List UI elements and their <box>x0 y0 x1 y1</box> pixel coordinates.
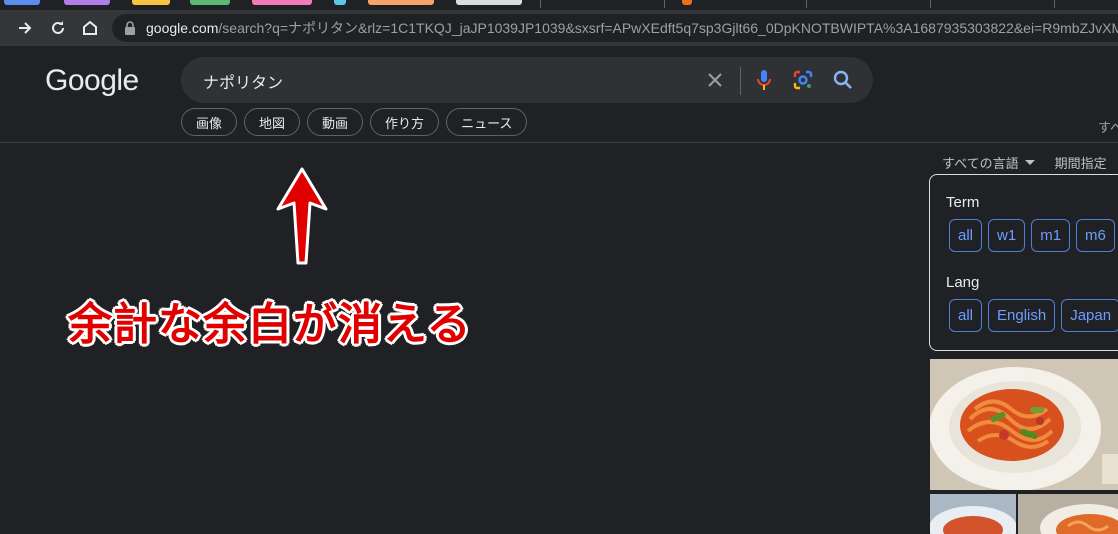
period-filter-dropdown[interactable]: 期間指定 <box>1055 153 1107 172</box>
header-right-link[interactable]: すべ <box>1098 117 1118 136</box>
google-logo[interactable]: Google <box>45 64 139 98</box>
tab-separator <box>664 0 665 8</box>
close-icon <box>708 73 722 87</box>
address-bar[interactable]: google.com/search?q=ナポリタン&rlz=1C1TKQJ_ja… <box>112 14 1118 42</box>
google-lens-icon <box>793 70 813 90</box>
chip-maps[interactable]: 地図 <box>244 108 301 136</box>
search-input[interactable] <box>201 57 685 105</box>
browser-toolbar: google.com/search?q=ナポリタン&rlz=1C1TKQJ_ja… <box>0 10 1118 46</box>
url-text: google.com/search?q=ナポリタン&rlz=1C1TKQJ_ja… <box>146 20 1118 36</box>
header-divider <box>0 142 1118 143</box>
lang-button-row: all English Japan <box>949 299 1118 332</box>
lang-japanese-button[interactable]: Japan <box>1061 299 1118 332</box>
term-all-button[interactable]: all <box>949 219 983 252</box>
home-icon <box>83 20 97 35</box>
filter-panel: Term all w1 m1 m6 Lang all English Japan <box>929 174 1118 351</box>
lang-english-button[interactable]: English <box>988 299 1056 332</box>
search-button[interactable] <box>830 67 856 93</box>
tab-group-cyan[interactable] <box>334 0 346 5</box>
search-tools-bar: すべての言語 期間指定 <box>942 153 1107 172</box>
term-w1-button[interactable]: w1 <box>988 219 1026 252</box>
annotation-arrow-icon <box>276 167 328 265</box>
chevron-down-icon <box>1024 160 1035 165</box>
tab-separator <box>1054 0 1055 8</box>
forward-button[interactable] <box>10 10 40 46</box>
voice-search-button[interactable] <box>751 67 777 93</box>
search-icon <box>833 70 852 89</box>
chip-images[interactable]: 画像 <box>181 108 238 136</box>
tab-separator <box>540 0 541 8</box>
search-box <box>181 57 873 105</box>
lang-label: Lang <box>946 274 980 291</box>
chip-news[interactable]: ニュース <box>446 108 528 136</box>
term-m6-button[interactable]: m6 <box>1076 219 1115 252</box>
home-button[interactable] <box>75 10 105 46</box>
lock-icon[interactable] <box>124 20 136 36</box>
search-filter-chips: 画像 地図 動画 作り方 ニュース <box>181 108 528 136</box>
tab-group-grey[interactable] <box>456 0 522 5</box>
tab-group-blue[interactable] <box>4 0 40 5</box>
search-divider <box>740 67 741 95</box>
forward-icon <box>19 22 32 34</box>
tab-group-orange[interactable] <box>368 0 434 5</box>
tab-group-green[interactable] <box>190 0 230 5</box>
annotation-text: 余計な余白が消える <box>68 299 472 350</box>
tab-group-yellow[interactable] <box>132 0 170 5</box>
tab-group-purple[interactable] <box>64 0 110 5</box>
tab-favicon[interactable] <box>682 0 692 5</box>
term-button-row: all w1 m1 m6 <box>949 219 1115 252</box>
term-label: Term <box>946 194 980 211</box>
tab-separator <box>930 0 931 8</box>
term-m1-button[interactable]: m1 <box>1031 219 1071 252</box>
image-result-thumbnail[interactable] <box>930 494 1016 534</box>
lens-search-button[interactable] <box>790 67 816 93</box>
lang-all-button[interactable]: all <box>949 299 983 332</box>
chip-videos[interactable]: 動画 <box>307 108 364 136</box>
language-filter-dropdown[interactable]: すべての言語 <box>942 153 1019 172</box>
image-result-thumbnail[interactable] <box>1018 494 1118 534</box>
tab-strip <box>0 0 1118 10</box>
reload-button[interactable] <box>43 10 73 46</box>
clear-search-button[interactable] <box>702 67 728 93</box>
tab-group-pink[interactable] <box>252 0 312 5</box>
microphone-icon <box>757 70 771 90</box>
chip-recipe[interactable]: 作り方 <box>370 108 440 136</box>
tab-separator <box>806 0 807 8</box>
reload-icon <box>52 21 64 34</box>
image-result-thumbnail[interactable] <box>930 359 1118 490</box>
